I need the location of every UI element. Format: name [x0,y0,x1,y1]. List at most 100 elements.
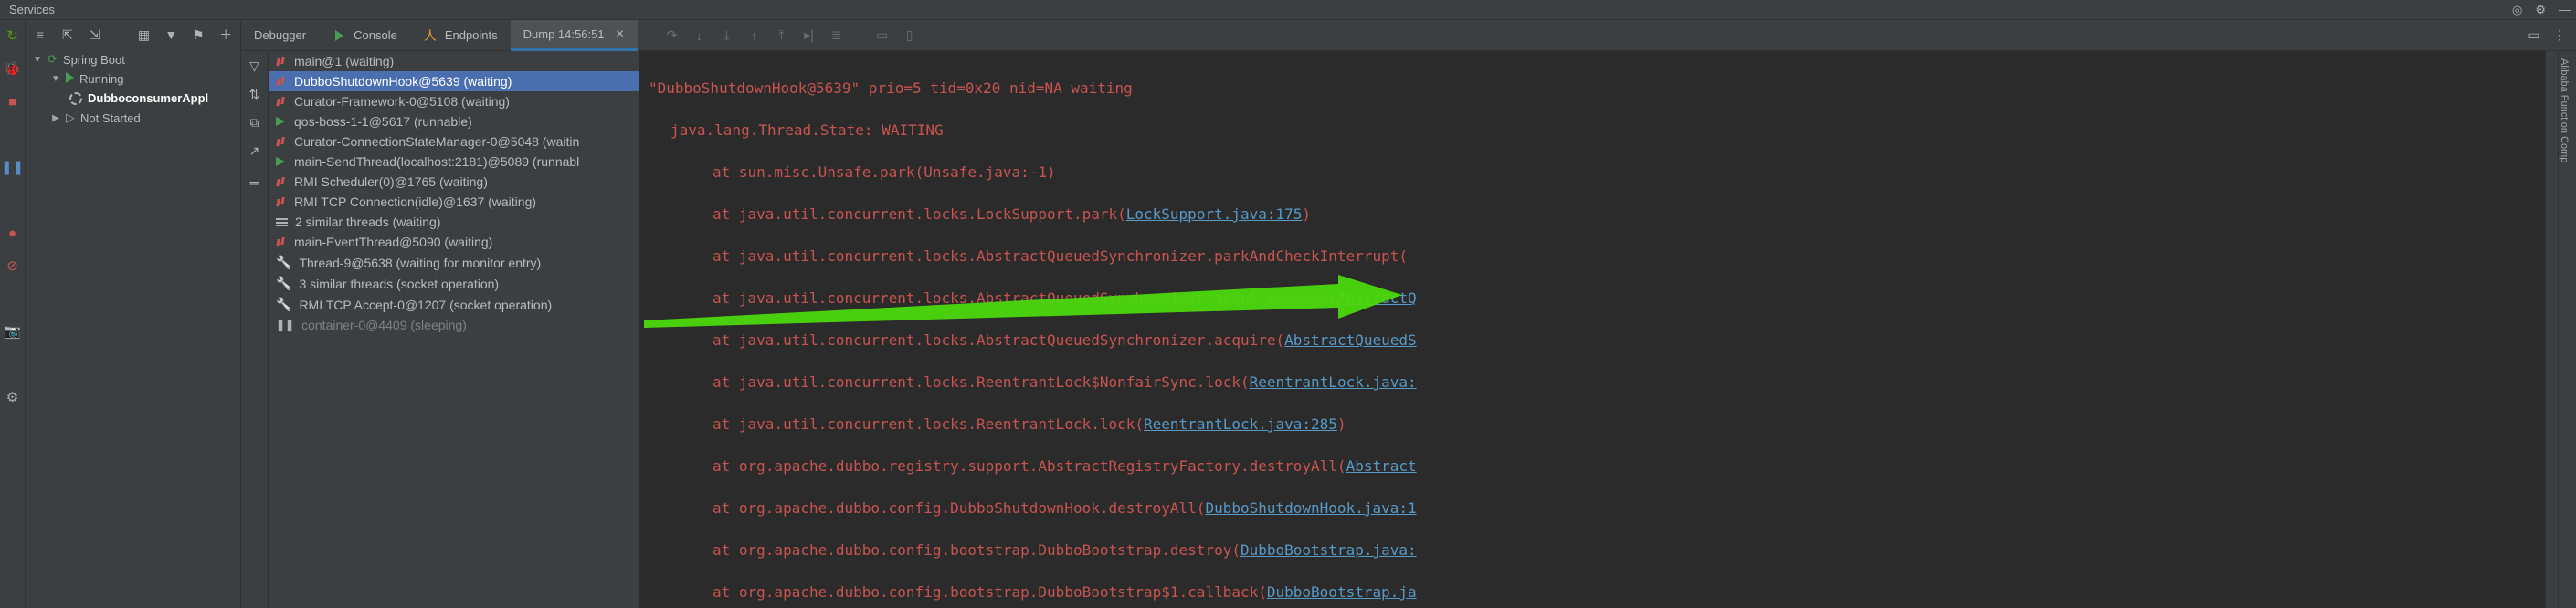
thread-row[interactable]: main-SendThread(localhost:2181)@5089 (ru… [269,152,639,172]
thread-dump-text[interactable]: "DubboShutdownHook@5639" prio=5 tid=0x20… [639,51,2545,608]
run-to-cursor-icon[interactable]: ▸| [802,28,817,43]
thread-runnable-icon [276,116,287,127]
thread-socket-icon [276,297,291,312]
thread-label: main-EventThread@5090 (waiting) [294,235,492,249]
thread-row[interactable]: 2 similar threads (waiting) [269,212,639,232]
sort-icon[interactable]: ⇅ [249,87,260,102]
dump-line: at java.util.concurrent.locks.ReentrantL… [649,372,2536,393]
mute-breakpoints-icon[interactable]: ⊘ [5,257,21,274]
pause-icon[interactable]: ❚❚ [5,159,21,175]
source-link[interactable]: ReentrantLock.java:285 [1144,415,1337,433]
breakpoints-icon[interactable]: ● [5,225,21,241]
thread-label: DubboShutdownHook@5639 (waiting) [294,74,512,89]
tab-console[interactable]: Console [319,20,410,51]
thread-label: container-0@4409 (sleeping) [301,318,467,332]
thread-socket-icon [276,276,291,291]
step-into-icon[interactable]: ↓ [692,28,707,43]
close-icon[interactable]: ✕ [616,27,625,40]
source-link[interactable]: AbstractQueuedS [1284,331,1417,349]
debug-icon[interactable]: 🐞 [5,60,21,77]
thread-row[interactable]: Curator-ConnectionStateManager-0@5048 (w… [269,131,639,152]
dump-line: at java.util.concurrent.locks.AbstractQu… [649,330,2536,351]
source-link[interactable]: DubboShutdownHook.java:1 [1205,499,1416,517]
bookmark-icon[interactable]: ⚑ [191,27,206,42]
thread-waiting-icon [276,96,287,107]
tree-root-spring-boot[interactable]: ▼ ⟳ Spring Boot [26,49,240,69]
thread-row[interactable]: RMI Scheduler(0)@1765 (waiting) [269,172,639,192]
filter-icon[interactable]: ▼ [164,27,178,42]
tab-debugger[interactable]: Debugger [241,20,319,51]
thread-row[interactable]: main@1 (waiting) [269,51,639,71]
source-link[interactable]: LockSupport.java:175 [1126,205,1303,223]
thread-label: main-SendThread(localhost:2181)@5089 (ru… [294,154,579,169]
chevron-down-icon: ▼ [51,74,60,84]
thread-row[interactable]: Curator-Framework-0@5108 (waiting) [269,91,639,111]
dump-line: at java.util.concurrent.locks.ReentrantL… [649,414,2536,435]
run-tree: ≡ ⇱ ⇲ ▦ ▼ ⚑ ＋ ▼ ⟳ Spring Boot ▼ Running … [26,20,241,608]
step-icon[interactable]: ↷ [665,28,680,43]
dump-line: at org.apache.dubbo.config.bootstrap.Dub… [649,582,2536,603]
panel-title: Services [5,3,55,16]
thread-label: 2 similar threads (waiting) [295,215,441,229]
filter-icon[interactable]: ▽ [249,58,259,74]
thread-row[interactable]: Thread-9@5638 (waiting for monitor entry… [269,252,639,273]
thread-row[interactable]: RMI TCP Accept-0@1207 (socket operation) [269,294,639,315]
source-link[interactable]: Abstract [1346,457,1417,475]
run-actions-column: ↻ 🐞 ■ . ❚❚ . ● ⊘ . 📷 . ⚙ [0,20,26,608]
thread-row[interactable]: RMI TCP Connection(idle)@1637 (waiting) [269,192,639,212]
tree-toolbar: ≡ ⇱ ⇲ ▦ ▼ ⚑ ＋ [26,26,240,49]
tab-dump[interactable]: Dump 14:56:51 ✕ [511,20,638,51]
thread-row[interactable]: DubboShutdownHook@5639 (waiting) [269,71,639,91]
settings-icon[interactable]: ⚙ [5,389,21,405]
flatten-icon[interactable]: ≡ [33,27,48,42]
force-step-icon[interactable]: ⤓ [720,28,734,43]
thread-label: qos-boss-1-1@5617 (runnable) [294,114,472,129]
evaluate-icon[interactable]: ≣ [829,28,844,43]
titlebar-actions: ◎ ⚙ — [2512,3,2571,17]
thread-waiting-icon [276,136,287,147]
thread-waiting-icon [276,236,287,247]
camera-icon[interactable]: 📷 [5,323,21,340]
tab-endpoints[interactable]: 人 Endpoints [410,20,511,51]
layout-icon[interactable]: ▭ [875,28,890,43]
dump-line: at org.apache.dubbo.config.DubboShutdown… [649,498,2536,519]
tree-label: DubboconsumerAppl [88,91,208,105]
thread-row[interactable]: main-EventThread@5090 (waiting) [269,232,639,252]
tool-more-icon[interactable]: ⋮ [2552,28,2567,43]
minimize-icon[interactable]: — [2559,3,2571,16]
titlebar: Services ◎ ⚙ — [0,0,2576,20]
tree-not-started[interactable]: ▶ ▷ Not Started [26,108,240,128]
tool-settings-icon[interactable]: ▭ [2527,28,2541,43]
collapse-icon[interactable]: ⇲ [88,27,102,42]
export-icon[interactable]: ↗ [249,143,260,159]
stop-icon[interactable]: ■ [5,93,21,110]
thread-label: 3 similar threads (socket operation) [299,277,499,291]
tree-running[interactable]: ▼ Running [26,69,240,89]
tab-label: Debugger [254,28,306,42]
thread-waiting-icon [276,196,287,207]
add-icon[interactable]: ＋ [218,27,233,42]
dump-line: "DubboShutdownHook@5639" prio=5 tid=0x20… [649,78,2536,99]
source-link[interactable]: AbstractQ [1337,289,1417,307]
right-tool-label[interactable]: Alibaba Function Comp [2559,51,2570,162]
tree-app[interactable]: DubboconsumerAppl [26,89,240,108]
source-link[interactable]: DubboBootstrap.ja [1267,583,1417,601]
grid-icon[interactable]: ▦ [137,27,152,42]
gear-icon[interactable]: ⚙ [2535,3,2546,17]
source-link[interactable]: DubboBootstrap.java: [1240,541,1417,559]
merge-icon[interactable]: ⧉ [250,115,259,131]
expand-icon[interactable]: ⇱ [60,27,75,42]
hbar-icon[interactable]: ═ [250,175,259,190]
layout2-icon[interactable]: ▯ [903,28,917,43]
thread-row[interactable]: qos-boss-1-1@5617 (runnable) [269,111,639,131]
rerun-icon[interactable]: ↻ [5,27,21,44]
thread-row[interactable]: 3 similar threads (socket operation) [269,273,639,294]
source-link[interactable]: ReentrantLock.java: [1250,373,1417,391]
drop-frame-icon[interactable]: ⤒ [775,28,789,43]
step-out-icon[interactable]: ↑ [747,28,762,43]
thread-waiting-icon [276,56,287,67]
target-icon[interactable]: ◎ [2512,3,2522,17]
thread-tools-column: ▽ ⇅ ⧉ ↗ ═ [241,51,269,608]
tree-label: Running [79,72,123,86]
thread-row[interactable]: ❚❚container-0@4409 (sleeping) [269,315,639,335]
